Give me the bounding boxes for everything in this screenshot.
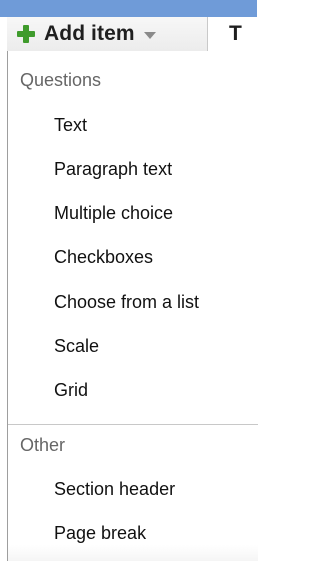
add-item-label: Add item xyxy=(44,22,135,45)
menu-item-checkboxes[interactable]: Checkboxes xyxy=(54,247,153,268)
next-toolbar-button[interactable]: T xyxy=(209,17,257,51)
menu-item-choose-from-a-list[interactable]: Choose from a list xyxy=(54,292,199,313)
menu-bottom-edge xyxy=(8,545,258,561)
next-toolbar-label: T xyxy=(229,22,242,45)
menu-item-grid[interactable]: Grid xyxy=(54,380,88,401)
menu-item-paragraph-text[interactable]: Paragraph text xyxy=(54,159,172,180)
add-item-dropdown-menu: Questions Text Paragraph text Multiple c… xyxy=(7,51,258,561)
menu-item-scale[interactable]: Scale xyxy=(54,336,99,357)
plus-icon xyxy=(17,25,35,43)
menu-item-section-header[interactable]: Section header xyxy=(54,479,175,500)
menu-item-multiple-choice[interactable]: Multiple choice xyxy=(54,203,173,224)
caret-down-icon xyxy=(143,32,156,39)
top-bar xyxy=(0,0,257,17)
section-heading-other: Other xyxy=(20,435,66,455)
menu-divider xyxy=(8,424,258,425)
add-item-button[interactable]: Add item xyxy=(7,17,208,51)
toolbar: Add item T xyxy=(0,0,257,51)
menu-item-page-break[interactable]: Page break xyxy=(54,523,146,544)
section-heading-questions: Questions xyxy=(20,70,102,90)
menu-item-text[interactable]: Text xyxy=(54,115,87,136)
